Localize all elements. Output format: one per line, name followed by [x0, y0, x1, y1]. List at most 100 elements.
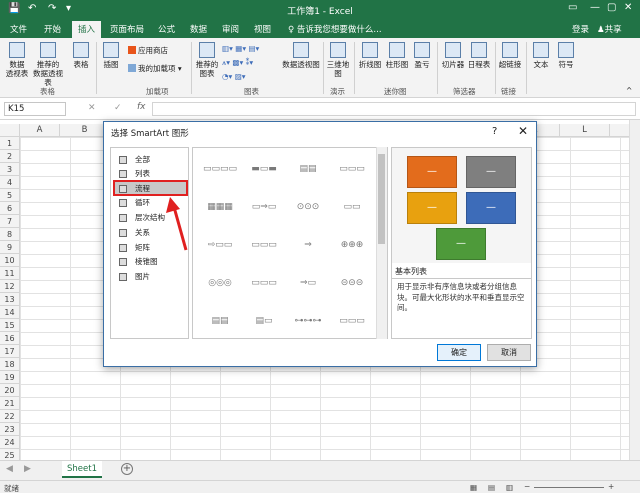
row-header-1[interactable]: 1	[0, 137, 20, 150]
gallery-scroll-thumb[interactable]	[378, 154, 385, 244]
row-header-25[interactable]: 25	[0, 449, 20, 460]
layout-thumbnail[interactable]: ▤▤	[289, 156, 327, 182]
slicer-button[interactable]: 切片器	[440, 42, 466, 69]
layout-thumbnail[interactable]: ▭▭▭	[333, 156, 371, 182]
vertical-scrollbar[interactable]	[629, 120, 640, 460]
text-button[interactable]: 文本	[530, 42, 552, 69]
sparkline-line-button[interactable]: 折线图	[357, 42, 383, 69]
layout-thumbnail[interactable]: ⊙⊙⊙	[289, 194, 327, 220]
layout-thumbnail[interactable]: ▭▭▭▭	[201, 156, 239, 182]
row-header-18[interactable]: 18	[0, 358, 20, 371]
row-header-2[interactable]: 2	[0, 150, 20, 163]
pivot-table-button[interactable]: 数据 透视表	[4, 42, 30, 78]
category-pyramid[interactable]: 棱锥图	[113, 255, 186, 269]
ok-button[interactable]: 确定	[437, 344, 481, 361]
layout-thumbnail[interactable]: ⇒▭	[289, 270, 327, 296]
row-header-14[interactable]: 14	[0, 306, 20, 319]
sparkline-winloss-button[interactable]: 盈亏	[411, 42, 433, 69]
view-normal-icon[interactable]: ▦	[470, 483, 477, 492]
row-header-21[interactable]: 21	[0, 397, 20, 410]
recommended-charts-button[interactable]: 推荐的 图表	[195, 42, 219, 78]
tab-page-layout[interactable]: 页面布局	[110, 23, 144, 35]
my-addins-button[interactable]: 我的加载项 ▾	[128, 64, 182, 73]
layout-thumbnail[interactable]: ▤▤	[201, 308, 239, 334]
layout-thumbnail[interactable]: ▭▭	[333, 194, 371, 220]
tab-review[interactable]: 审阅	[222, 23, 239, 35]
tab-insert[interactable]: 插入	[72, 21, 102, 38]
category-all[interactable]: 全部	[113, 153, 186, 167]
zoom-in-icon[interactable]: +	[608, 482, 614, 491]
table-button[interactable]: 表格	[70, 42, 92, 69]
row-header-5[interactable]: 5	[0, 189, 20, 202]
sheet-tab-sheet1[interactable]: Sheet1	[62, 461, 102, 478]
row-header-16[interactable]: 16	[0, 332, 20, 345]
row-header-4[interactable]: 4	[0, 176, 20, 189]
layout-thumbnail[interactable]: ⇒	[289, 232, 327, 258]
layout-thumbnail[interactable]: ⊝⊝⊝	[333, 270, 371, 296]
pivot-chart-button[interactable]: 数据透视图	[282, 42, 320, 69]
zoom-out-icon[interactable]: −	[524, 482, 530, 491]
collapse-ribbon-icon[interactable]: ^	[626, 86, 632, 95]
row-header-10[interactable]: 10	[0, 254, 20, 267]
chart-types-small-3[interactable]: ◔▾ ▨▾	[222, 72, 246, 81]
category-list-item[interactable]: 列表	[113, 167, 186, 181]
add-sheet-button[interactable]: +	[121, 463, 133, 475]
select-all-corner[interactable]	[0, 124, 20, 137]
symbol-button[interactable]: 符号	[555, 42, 577, 69]
hyperlink-button[interactable]: 超链接	[497, 42, 523, 69]
sheet-nav-next-icon[interactable]: ▶	[24, 464, 31, 474]
chart-types-small[interactable]: ▥▾ ▦▾ ▤▾	[222, 44, 259, 53]
layout-thumbnail[interactable]: ⇨▭▭	[201, 232, 239, 258]
tab-data[interactable]: 数据	[190, 23, 207, 35]
tab-file[interactable]: 文件	[10, 23, 27, 35]
cancel-button[interactable]: 取消	[487, 344, 531, 361]
enter-icon[interactable]: ✓	[114, 103, 122, 113]
layout-thumbnail[interactable]: ◎◎◎	[201, 270, 239, 296]
store-button[interactable]: 应用商店	[128, 46, 168, 55]
formula-input[interactable]	[152, 102, 636, 116]
layout-thumbnail[interactable]: ▭▭▭	[245, 270, 283, 296]
column-header-A[interactable]: A	[20, 124, 60, 137]
view-page-layout-icon[interactable]: ▤	[488, 483, 495, 492]
tab-view[interactable]: 视图	[254, 23, 271, 35]
row-header-24[interactable]: 24	[0, 436, 20, 449]
help-icon[interactable]: ?	[492, 126, 497, 137]
insert-function-icon[interactable]: fx	[137, 102, 146, 112]
sheet-nav-prev-icon[interactable]: ◀	[6, 464, 13, 474]
tell-me-search[interactable]: ♀ 告诉我您想要做什么...	[288, 23, 382, 35]
sign-in-link[interactable]: 登录	[572, 23, 589, 35]
cancel-icon[interactable]: ✕	[88, 103, 96, 113]
category-picture[interactable]: 图片	[113, 270, 186, 284]
close-window-icon[interactable]: ✕	[624, 2, 632, 13]
layout-thumbnail[interactable]: ▤▭	[245, 308, 283, 334]
row-header-6[interactable]: 6	[0, 202, 20, 215]
sparkline-column-button[interactable]: 柱形图	[384, 42, 410, 69]
zoom-slider[interactable]	[534, 487, 604, 488]
tab-formulas[interactable]: 公式	[158, 23, 175, 35]
row-header-23[interactable]: 23	[0, 423, 20, 436]
row-header-13[interactable]: 13	[0, 293, 20, 306]
row-header-8[interactable]: 8	[0, 228, 20, 241]
name-box[interactable]: K15	[4, 102, 66, 116]
column-header-M[interactable]: M	[610, 124, 629, 137]
minimize-icon[interactable]: —	[590, 2, 600, 13]
row-header-19[interactable]: 19	[0, 371, 20, 384]
layout-thumbnail[interactable]: ▦▦▦	[201, 194, 239, 220]
3d-map-button[interactable]: 三维地 图	[326, 42, 350, 78]
row-header-17[interactable]: 17	[0, 345, 20, 358]
ribbon-display-icon[interactable]: ▭	[568, 2, 577, 13]
layout-thumbnail[interactable]: ▬▭▬	[245, 156, 283, 182]
tab-home[interactable]: 开始	[44, 23, 61, 35]
row-header-22[interactable]: 22	[0, 410, 20, 423]
timeline-button[interactable]: 日程表	[466, 42, 492, 69]
row-header-12[interactable]: 12	[0, 280, 20, 293]
view-page-break-icon[interactable]: ▥	[506, 483, 513, 492]
row-header-20[interactable]: 20	[0, 384, 20, 397]
maximize-icon[interactable]: ▢	[607, 2, 616, 13]
close-icon[interactable]: ✕	[518, 124, 528, 138]
illustrations-button[interactable]: 插图	[100, 42, 122, 69]
row-header-7[interactable]: 7	[0, 215, 20, 228]
layout-thumbnail[interactable]: ⊕⊕⊕	[333, 232, 371, 258]
row-header-11[interactable]: 11	[0, 267, 20, 280]
layout-thumbnail[interactable]: ▭⇒▭	[245, 194, 283, 220]
